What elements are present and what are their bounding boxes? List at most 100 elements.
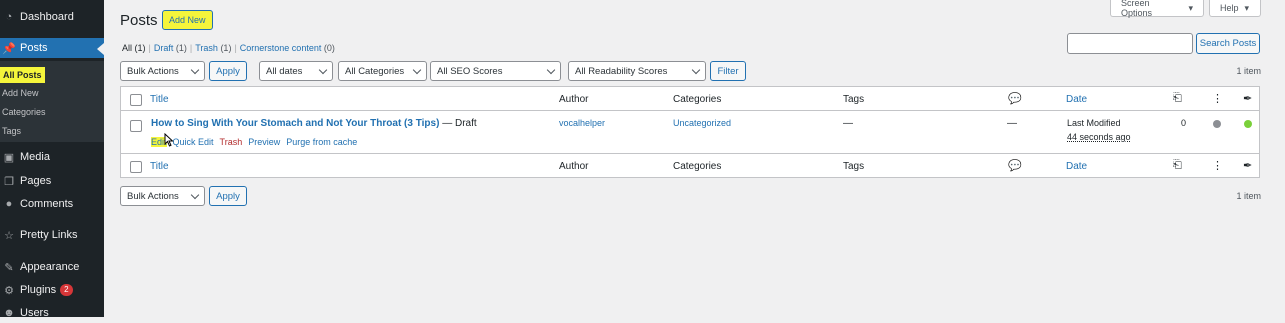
column-date-footer[interactable]: Date bbox=[1066, 161, 1087, 172]
sidebar-item-users[interactable]: ☻ Users bbox=[0, 303, 104, 323]
chevron-down-icon bbox=[691, 65, 701, 75]
admin-sidebar: ◔ Dashboard 📌 Posts All Posts Add New Ca… bbox=[0, 0, 104, 319]
post-state: — Draft bbox=[442, 118, 477, 129]
bulk-actions-select-bottom[interactable]: Bulk Actions bbox=[120, 186, 205, 206]
bulk-actions-value: Bulk Actions bbox=[127, 190, 179, 202]
sidebar-item-pretty-links[interactable]: ☆ Pretty Links bbox=[0, 225, 104, 245]
category-link[interactable]: Uncategorized bbox=[673, 118, 731, 128]
sidebar-item-label: Users bbox=[20, 307, 49, 319]
seo-scores-value: All SEO Scores bbox=[437, 65, 503, 77]
screen-options-button[interactable]: Screen Options ▾ bbox=[1110, 0, 1204, 18]
column-title-header[interactable]: Title bbox=[150, 94, 169, 105]
help-button[interactable]: Help ▾ bbox=[1209, 0, 1261, 17]
readability-scores-select[interactable]: All Readability Scores bbox=[568, 61, 706, 81]
chevron-down-icon bbox=[318, 65, 328, 75]
sidebar-item-pages[interactable]: ❐ Pages bbox=[0, 171, 104, 191]
column-author-footer: Author bbox=[559, 161, 589, 172]
pages-icon: ❐ bbox=[4, 175, 14, 188]
submenu-all-posts[interactable]: All Posts bbox=[0, 67, 45, 83]
post-title-link[interactable]: How to Sing With Your Stomach and Not Yo… bbox=[151, 118, 439, 129]
purge-cache-link[interactable]: Purge from cache bbox=[286, 137, 357, 147]
categories-select[interactable]: All Categories bbox=[338, 61, 427, 81]
apply-button-bottom[interactable]: Apply bbox=[209, 186, 247, 206]
posts-submenu: All Posts Add New Categories Tags bbox=[0, 61, 104, 142]
sidebar-item-plugins[interactable]: ⚙ Plugins 2 bbox=[0, 280, 104, 300]
submenu-add-new[interactable]: Add New bbox=[2, 85, 39, 101]
seo-scores-select[interactable]: All SEO Scores bbox=[430, 61, 561, 81]
seo-score-dot bbox=[1213, 120, 1221, 128]
sidebar-item-posts[interactable]: 📌 Posts bbox=[0, 38, 104, 58]
outgoing-links-icon: ⎗ bbox=[1173, 159, 1182, 171]
select-all-checkbox[interactable] bbox=[130, 94, 142, 106]
caret-down-icon: ▾ bbox=[1188, 2, 1193, 13]
column-title-footer[interactable]: Title bbox=[150, 161, 169, 172]
sidebar-item-label: Comments bbox=[20, 198, 74, 210]
outgoing-links-icon: ⎗ bbox=[1173, 92, 1182, 104]
caret-down-icon: ▾ bbox=[1244, 2, 1250, 13]
submenu-categories[interactable]: Categories bbox=[2, 104, 46, 120]
select-all-checkbox-bottom[interactable] bbox=[130, 161, 142, 173]
post-status-filters: All (1) | Draft (1) | Trash (1) | Cornerstone … bbox=[122, 43, 335, 53]
tags-value: — bbox=[843, 118, 853, 129]
comment-icon: ● bbox=[5, 198, 13, 210]
filter-trash[interactable]: Trash bbox=[195, 43, 218, 53]
plugin-icon: ⚙ bbox=[4, 284, 14, 297]
mouse-cursor-icon bbox=[164, 133, 174, 147]
filter-all-count: (1) bbox=[134, 43, 146, 53]
chevron-down-icon bbox=[190, 190, 200, 200]
link-icon: ☆ bbox=[4, 229, 14, 242]
sidebar-item-label: Pretty Links bbox=[20, 229, 78, 241]
dates-select[interactable]: All dates bbox=[259, 61, 333, 81]
sidebar-item-comments[interactable]: ● Comments bbox=[0, 194, 104, 214]
bulk-actions-value: Bulk Actions bbox=[127, 65, 179, 77]
sidebar-item-dashboard[interactable]: ◔ Dashboard bbox=[0, 7, 104, 27]
readability-icon: ✒ bbox=[1243, 93, 1253, 105]
search-input[interactable] bbox=[1067, 33, 1193, 54]
item-count-top: 1 item bbox=[1236, 66, 1261, 76]
page-title: Posts bbox=[120, 12, 158, 29]
add-new-button[interactable]: Add New bbox=[162, 10, 213, 30]
help-label: Help bbox=[1220, 3, 1239, 13]
apply-button[interactable]: Apply bbox=[209, 61, 247, 81]
search-posts-button[interactable]: Search Posts bbox=[1196, 33, 1260, 54]
filter-draft-label: Draft bbox=[153, 43, 174, 53]
comments-icon: 💬 bbox=[1008, 160, 1022, 172]
user-icon: ☻ bbox=[3, 307, 15, 319]
posts-table: Title Author Categories Tags 💬 Date ⎗ ⋮ … bbox=[120, 86, 1260, 178]
seo-score-icon: ⋮ bbox=[1212, 93, 1223, 105]
quick-edit-link[interactable]: Quick Edit bbox=[173, 137, 214, 147]
comments-icon: 💬 bbox=[1008, 93, 1022, 105]
readability-score-dot bbox=[1244, 120, 1252, 128]
chevron-down-icon bbox=[412, 65, 422, 75]
row-checkbox[interactable] bbox=[130, 120, 142, 132]
chevron-down-icon bbox=[190, 65, 200, 75]
screen-options-label: Screen Options bbox=[1121, 0, 1153, 18]
sidebar-item-label: Media bbox=[20, 151, 50, 163]
sidebar-item-media[interactable]: ▣ Media bbox=[0, 147, 104, 167]
filter-button[interactable]: Filter bbox=[710, 61, 746, 81]
filter-cornerstone[interactable]: Cornerstone content bbox=[240, 43, 322, 53]
table-row: How to Sing With Your Stomach and Not Yo… bbox=[151, 118, 477, 129]
filter-all[interactable]: All (1) bbox=[122, 43, 146, 53]
trash-link[interactable]: Trash bbox=[220, 137, 243, 147]
preview-link[interactable]: Preview bbox=[248, 137, 280, 147]
column-author-header: Author bbox=[559, 94, 589, 105]
filter-all-label: All bbox=[122, 43, 133, 53]
date-value: 44 seconds ago bbox=[1067, 132, 1131, 142]
bulk-actions-select[interactable]: Bulk Actions bbox=[120, 61, 205, 81]
column-tags-footer: Tags bbox=[843, 161, 865, 172]
row-actions: Edit Quick Edit Trash Preview Purge from cac… bbox=[151, 137, 363, 147]
column-categories-footer: Categories bbox=[673, 161, 722, 172]
submenu-tags[interactable]: Tags bbox=[2, 123, 21, 139]
sidebar-item-appearance[interactable]: ✎ Appearance bbox=[0, 257, 104, 277]
categories-value: All Categories bbox=[345, 65, 405, 77]
date-label: Last Modified bbox=[1067, 118, 1121, 128]
plugins-update-badge: 2 bbox=[60, 284, 73, 296]
author-link[interactable]: vocalhelper bbox=[559, 118, 605, 128]
sidebar-item-label: Pages bbox=[20, 175, 52, 187]
dashboard-icon: ◔ bbox=[5, 11, 13, 23]
item-count-bottom: 1 item bbox=[1236, 191, 1261, 201]
seo-score-icon: ⋮ bbox=[1212, 160, 1223, 172]
filter-draft[interactable]: Draft bbox=[154, 43, 174, 53]
column-date-header[interactable]: Date bbox=[1066, 94, 1087, 105]
